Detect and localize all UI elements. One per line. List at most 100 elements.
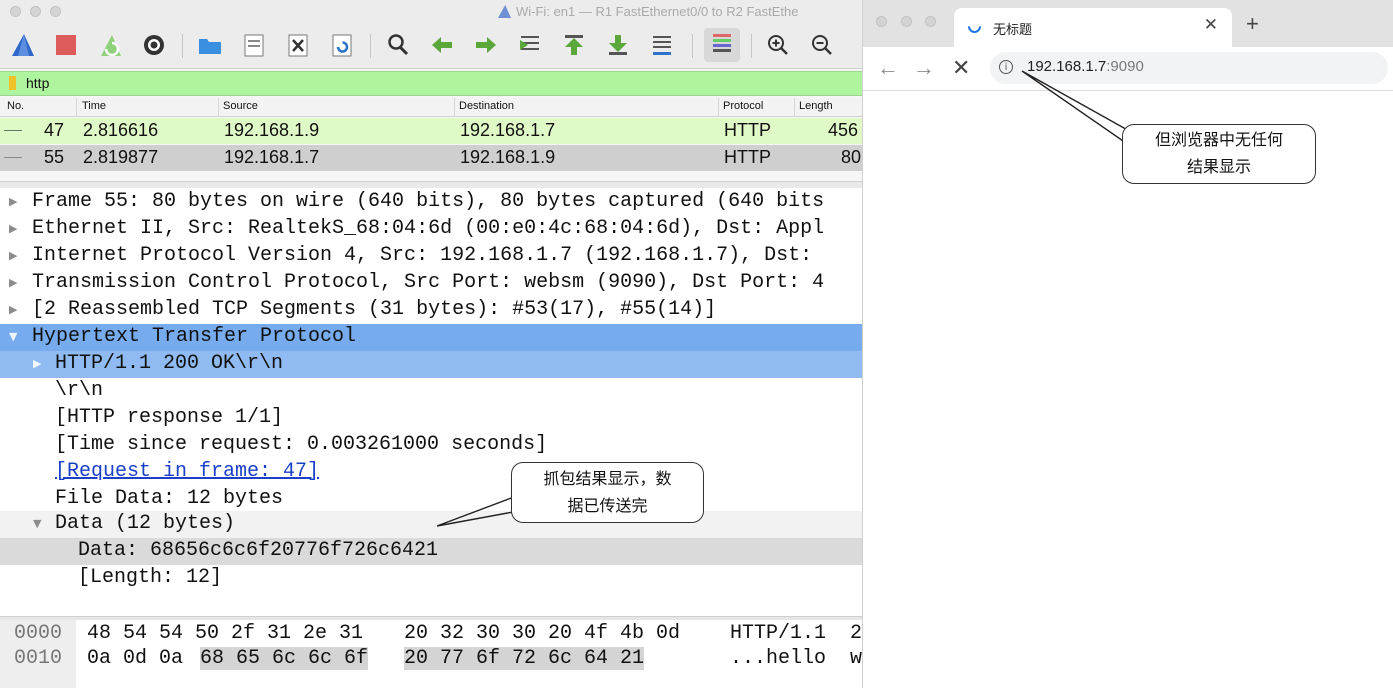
find-packet-search-icon[interactable] (385, 32, 411, 58)
minimize-window-button[interactable] (901, 16, 912, 27)
go-to-packet-icon[interactable] (517, 32, 543, 58)
detail-time-since[interactable]: [Time since request: 0.003261000 seconds… (0, 432, 862, 459)
capture-options-gear-icon[interactable] (141, 32, 167, 58)
packet-protocol: HTTP (724, 147, 771, 167)
display-filter-bar[interactable]: http (0, 71, 862, 96)
detail-reassembled[interactable]: ▶ [2 Reassembled TCP Segments (31 bytes):… (0, 297, 862, 324)
packet-length: 80 (841, 147, 862, 167)
back-arrow-icon[interactable]: ← (877, 56, 899, 80)
detail-tcp[interactable]: ▶ Transmission Control Protocol, Src Port… (0, 270, 862, 297)
column-source[interactable]: Source (223, 100, 258, 112)
browser-window: 无标题 ✕ + ← → ✕ i 192.168.1.7:9090 (862, 0, 1393, 688)
detail-data-group[interactable]: ▼ Data (12 bytes) (0, 511, 862, 538)
hex-offset: 0000 (14, 622, 63, 645)
start-capture-icon[interactable] (9, 32, 35, 58)
request-in-frame-link[interactable]: [Request in frame: 47] (55, 460, 319, 483)
detail-length[interactable]: [Length: 12] (0, 565, 862, 592)
column-protocol[interactable]: Protocol (723, 100, 763, 112)
wireshark-titlebar: Wi-Fi: en1 — R1 FastEthernet0/0 to R2 Fa… (0, 0, 862, 24)
close-window-button[interactable] (876, 16, 887, 27)
reload-file-icon[interactable] (329, 32, 355, 58)
go-to-first-packet-icon[interactable] (561, 32, 587, 58)
hex-ascii[interactable]: ...hello w (730, 647, 862, 670)
zoom-window-button[interactable] (50, 6, 61, 17)
stop-loading-x-icon[interactable]: ✕ (952, 56, 970, 80)
stop-capture-icon[interactable] (53, 32, 79, 58)
packet-row-selected[interactable]: 55 2.819877 192.168.1.7 192.168.1.9 HTTP… (0, 145, 862, 171)
packet-length: 456 (828, 120, 859, 140)
url-text[interactable]: 192.168.1.7:9090 (1027, 58, 1144, 75)
expand-triangle-icon[interactable]: ▶ (33, 357, 41, 370)
expand-triangle-icon[interactable]: ▶ (9, 195, 17, 208)
open-file-folder-icon[interactable] (197, 32, 223, 58)
zoom-in-icon[interactable] (765, 32, 791, 58)
hex-offset: 0010 (14, 647, 63, 670)
detail-http-status[interactable]: ▶ HTTP/1.1 200 OK\r\n (0, 351, 862, 378)
bookmark-icon[interactable] (9, 76, 16, 90)
detail-frame[interactable]: ▶ Frame 55: 80 bytes on wire (640 bits), … (0, 189, 862, 216)
packet-source: 192.168.1.9 (224, 120, 320, 140)
column-time[interactable]: Time (82, 100, 106, 112)
browser-address-bar: ← → ✕ i 192.168.1.7:9090 (863, 47, 1393, 91)
hex-bytes-highlighted[interactable]: 68 65 6c 6c 6f (200, 647, 369, 670)
url-field[interactable]: i 192.168.1.7:9090 (990, 52, 1388, 84)
expand-triangle-icon[interactable]: ▶ (9, 276, 17, 289)
detail-file-data[interactable]: File Data: 12 bytes (0, 486, 862, 513)
packet-row[interactable]: 47 2.816616 192.168.1.9 192.168.1.7 HTTP… (0, 118, 862, 144)
go-back-arrow-icon[interactable] (429, 32, 455, 58)
detail-request-link[interactable]: [Request in frame: 47] (0, 459, 862, 486)
auto-scroll-icon[interactable] (649, 32, 675, 58)
capture-annotation-callout: 抓包结果显示，数 据已传送完 (511, 462, 704, 523)
zoom-window-button[interactable] (925, 16, 936, 27)
tab-title: 无标题 (993, 22, 1033, 37)
browser-annotation-callout: 但浏览器中无任何 结果显示 (1122, 124, 1316, 184)
callout-text: 据已传送完 (567, 498, 648, 515)
colorize-packet-list-icon[interactable] (704, 28, 740, 62)
packet-destination: 192.168.1.9 (460, 147, 556, 167)
packet-time: 2.819877 (83, 147, 159, 167)
column-destination[interactable]: Destination (459, 100, 514, 112)
minimize-window-button[interactable] (30, 6, 41, 17)
collapse-triangle-icon[interactable]: ▼ (33, 517, 41, 530)
detail-ethernet[interactable]: ▶ Ethernet II, Src: RealtekS_68:04:6d (00… (0, 216, 862, 243)
go-to-last-packet-icon[interactable] (605, 32, 631, 58)
close-window-button[interactable] (10, 6, 21, 17)
detail-http[interactable]: ▼ Hypertext Transfer Protocol (0, 324, 862, 351)
collapse-triangle-icon[interactable]: ▼ (9, 330, 17, 343)
packet-no: 55 (44, 147, 65, 167)
new-tab-plus-icon[interactable]: + (1246, 13, 1259, 35)
packet-no: 47 (44, 120, 65, 140)
detail-data-value[interactable]: Data: 68656c6c6f20776f726c6421 (0, 538, 862, 565)
browser-tab-strip: 无标题 ✕ + (863, 0, 1393, 47)
hex-bytes[interactable]: 0a 0d 0a (87, 647, 195, 670)
hex-bytes[interactable]: 20 32 30 30 20 4f 4b 0d (404, 622, 680, 645)
forward-arrow-icon[interactable]: → (913, 56, 935, 80)
browser-tab[interactable]: 无标题 ✕ (954, 8, 1232, 47)
column-length[interactable]: Length (799, 100, 833, 112)
detail-crlf[interactable]: \r\n (0, 378, 862, 405)
expand-triangle-icon[interactable]: ▶ (9, 303, 17, 316)
site-info-icon[interactable]: i (999, 60, 1013, 74)
expand-triangle-icon[interactable]: ▶ (9, 222, 17, 235)
loading-spinner-icon (965, 17, 984, 36)
packet-time: 2.816616 (83, 120, 159, 140)
save-file-icon[interactable] (241, 32, 267, 58)
packet-protocol: HTTP (724, 120, 771, 140)
close-file-icon[interactable] (285, 32, 311, 58)
hex-ascii[interactable]: HTTP/1.1 2 (730, 622, 862, 645)
detail-ipv4[interactable]: ▶ Internet Protocol Version 4, Src: 192.1… (0, 243, 862, 270)
zoom-out-icon[interactable] (809, 32, 835, 58)
detail-http-response[interactable]: [HTTP response 1/1] (0, 405, 862, 432)
packet-list-header: No. Time Source Destination Protocol Len… (0, 98, 862, 117)
column-no[interactable]: No. (7, 100, 24, 112)
display-filter-input[interactable]: http (26, 75, 49, 91)
wireshark-window: Wi-Fi: en1 — R1 FastEthernet0/0 to R2 Fa… (0, 0, 862, 688)
go-forward-arrow-icon[interactable] (473, 32, 499, 58)
hex-bytes-highlighted[interactable]: 20 77 6f 72 6c 64 21 (404, 647, 645, 670)
hex-bytes[interactable]: 48 54 54 50 2f 31 2e 31 (87, 622, 363, 645)
callout-text: 结果显示 (1186, 159, 1251, 176)
close-tab-icon[interactable]: ✕ (1204, 15, 1218, 35)
expand-triangle-icon[interactable]: ▶ (9, 249, 17, 262)
restart-capture-icon[interactable] (97, 32, 123, 58)
packet-details-pane: ▶ Frame 55: 80 bytes on wire (640 bits), … (0, 188, 862, 618)
